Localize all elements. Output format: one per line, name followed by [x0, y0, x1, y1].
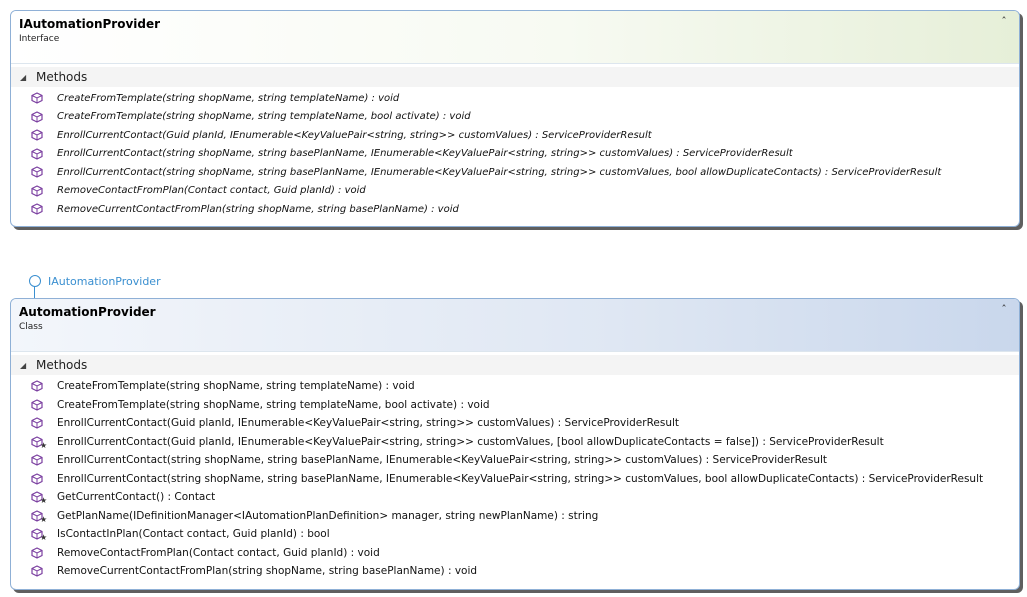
method-icon: [31, 416, 45, 430]
method-item[interactable]: CreateFromTemplate(string shopName, stri…: [11, 377, 1019, 396]
method-signature: EnrollCurrentContact(string shopName, st…: [57, 148, 793, 160]
method-item[interactable]: CreateFromTemplate(string shopName, stri…: [11, 89, 1019, 108]
expand-triangle-icon[interactable]: ◢: [20, 361, 30, 370]
method-item[interactable]: EnrollCurrentContact(string shopName, st…: [11, 163, 1019, 182]
method-icon: [31, 165, 45, 179]
method-icon: [31, 472, 45, 486]
method-item[interactable]: ★ EnrollCurrentContact(Guid planId, IEnum…: [11, 433, 1019, 452]
method-signature: GetPlanName(IDefinitionManager<IAutomati…: [57, 509, 599, 522]
method-item[interactable]: ★ GetCurrentContact() : Contact: [11, 488, 1019, 507]
collapse-chevron-icon[interactable]: ˆ: [997, 303, 1011, 317]
method-icon: [31, 184, 45, 198]
method-item[interactable]: EnrollCurrentContact(string shopName, st…: [11, 145, 1019, 164]
method-item[interactable]: ★ GetPlanName(IDefinitionManager<IAutomat…: [11, 507, 1019, 526]
method-item[interactable]: EnrollCurrentContact(string shopName, st…: [11, 470, 1019, 489]
star-icon: ★: [40, 514, 48, 524]
method-item[interactable]: CreateFromTemplate(string shopName, stri…: [11, 396, 1019, 415]
method-item[interactable]: EnrollCurrentContact(Guid planId, IEnume…: [11, 126, 1019, 145]
method-signature: RemoveContactFromPlan(Contact contact, G…: [57, 546, 380, 559]
method-signature: EnrollCurrentContact(string shopName, st…: [57, 454, 828, 467]
methods-section-header[interactable]: ◢ Methods: [11, 67, 1019, 87]
method-signature: IsContactInPlan(Contact contact, Guid pl…: [57, 528, 330, 541]
method-icon: [31, 128, 45, 142]
method-signature: CreateFromTemplate(string shopName, stri…: [57, 398, 490, 411]
method-signature: EnrollCurrentContact(string shopName, st…: [57, 472, 984, 485]
method-signature: EnrollCurrentContact(Guid planId, IEnume…: [57, 435, 884, 448]
method-signature: RemoveContactFromPlan(Contact contact, G…: [57, 185, 366, 197]
method-icon: [31, 379, 45, 393]
method-icon: ★: [31, 509, 48, 524]
method-icon: [31, 398, 45, 412]
method-icon: ★: [31, 435, 48, 450]
methods-section-header[interactable]: ◢ Methods: [11, 355, 1019, 375]
method-signature: EnrollCurrentContact(Guid planId, IEnume…: [57, 129, 652, 141]
method-signature: EnrollCurrentContact(string shopName, st…: [57, 166, 942, 178]
method-item[interactable]: CreateFromTemplate(string shopName, stri…: [11, 108, 1019, 127]
method-item[interactable]: RemoveContactFromPlan(Contact contact, G…: [11, 182, 1019, 201]
method-icon: [31, 110, 45, 124]
section-label: Methods: [36, 358, 88, 372]
class-kind: Class: [19, 322, 43, 332]
method-signature: EnrollCurrentContact(Guid planId, IEnume…: [57, 417, 680, 430]
interface-header: IAutomationProvider Interface ˆ: [11, 11, 1019, 64]
method-item[interactable]: RemoveContactFromPlan(Contact contact, G…: [11, 544, 1019, 563]
method-item[interactable]: RemoveCurrentContactFromPlan(string shop…: [11, 200, 1019, 219]
method-icon: ★: [31, 527, 48, 543]
method-icon: [31, 453, 45, 467]
method-list: CreateFromTemplate(string shopName, stri…: [11, 377, 1019, 581]
star-icon: ★: [40, 533, 48, 543]
star-icon: ★: [40, 496, 48, 506]
method-icon: [31, 564, 45, 578]
method-item[interactable]: RemoveCurrentContactFromPlan(string shop…: [11, 562, 1019, 581]
method-icon: [31, 546, 45, 560]
class-header: AutomationProvider Class ˆ: [11, 299, 1019, 352]
method-icon: [31, 202, 45, 216]
class-title: AutomationProvider: [19, 305, 156, 319]
method-signature: RemoveCurrentContactFromPlan(string shop…: [57, 203, 459, 215]
class-shape[interactable]: AutomationProvider Class ˆ ◢ Methods Cre…: [10, 298, 1020, 590]
method-signature: CreateFromTemplate(string shopName, stri…: [57, 92, 400, 104]
interface-title: IAutomationProvider: [19, 17, 161, 31]
method-signature: GetCurrentContact() : Contact: [57, 491, 216, 504]
lollipop-connector: [34, 286, 35, 298]
method-icon: ★: [31, 490, 48, 506]
interface-shape[interactable]: IAutomationProvider Interface ˆ ◢ Method…: [10, 10, 1020, 227]
star-icon: ★: [40, 440, 48, 450]
method-signature: CreateFromTemplate(string shopName, stri…: [57, 380, 415, 393]
method-icon: [31, 91, 45, 105]
interface-lollipop-icon[interactable]: [29, 275, 41, 287]
method-item[interactable]: ★ IsContactInPlan(Contact contact, Guid p…: [11, 525, 1019, 544]
expand-triangle-icon[interactable]: ◢: [20, 73, 30, 82]
method-icon: [31, 147, 45, 161]
method-list: CreateFromTemplate(string shopName, stri…: [11, 89, 1019, 219]
method-item[interactable]: EnrollCurrentContact(string shopName, st…: [11, 451, 1019, 470]
method-signature: RemoveCurrentContactFromPlan(string shop…: [57, 565, 478, 578]
lollipop-label[interactable]: IAutomationProvider: [48, 275, 161, 288]
method-item[interactable]: EnrollCurrentContact(Guid planId, IEnume…: [11, 414, 1019, 433]
method-signature: CreateFromTemplate(string shopName, stri…: [57, 111, 471, 123]
section-label: Methods: [36, 70, 88, 84]
collapse-chevron-icon[interactable]: ˆ: [997, 15, 1011, 29]
interface-kind: Interface: [19, 34, 60, 44]
